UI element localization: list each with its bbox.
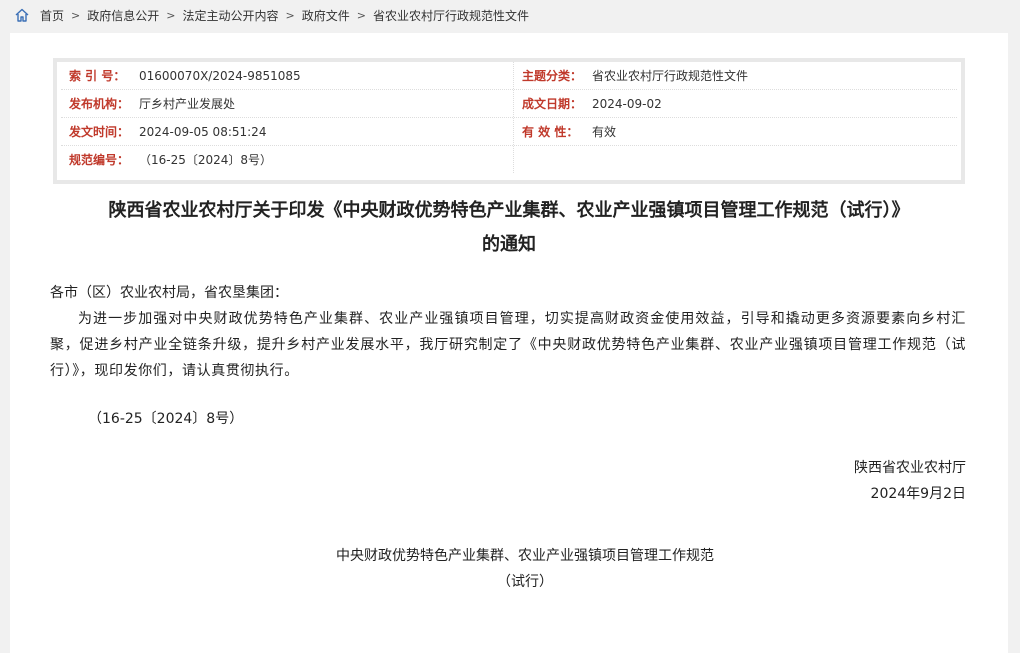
meta-docno-value: （16-25〔2024〕8号） bbox=[139, 153, 273, 167]
meta-written-label: 成文日期： bbox=[522, 97, 583, 111]
breadcrumb-separator: > bbox=[166, 8, 176, 22]
body-paragraph: 为进一步加强对中央财政优势特色产业集群、农业产业强镇项目管理，切实提高财政资金使… bbox=[50, 311, 966, 379]
meta-index-value: 01600070X/2024-9851085 bbox=[139, 68, 301, 83]
meta-row: 规范编号： （16-25〔2024〕8号） bbox=[61, 146, 957, 173]
meta-index-label: 索 引 号： bbox=[69, 69, 126, 83]
meta-topic: 主题分类： 省农业农村厅行政规范性文件 bbox=[513, 62, 962, 89]
home-icon[interactable] bbox=[14, 7, 30, 23]
sign-date: 2024年9月2日 bbox=[870, 486, 966, 502]
meta-validity-value: 有效 bbox=[592, 125, 617, 139]
meta-index: 索 引 号： 01600070X/2024-9851085 bbox=[69, 62, 509, 89]
meta-docno-label: 规范编号： bbox=[69, 153, 130, 167]
breadcrumb-statutory[interactable]: 法定主动公开内容 bbox=[182, 7, 278, 24]
meta-docno: 规范编号： （16-25〔2024〕8号） bbox=[69, 146, 509, 173]
document-title: 陕西省农业农村厅关于印发《中央财政优势特色产业集群、农业产业强镇项目管理工作规范… bbox=[10, 194, 1008, 262]
meta-published: 发文时间： 2024-09-05 08:51:24 bbox=[69, 118, 509, 145]
attachment-subtitle: （试行） bbox=[497, 574, 553, 590]
breadcrumb-home[interactable]: 首页 bbox=[40, 7, 64, 24]
document-number: （16-25〔2024〕8号） bbox=[88, 411, 244, 427]
salutation: 各市（区）农业农村局，省农垦集团： bbox=[50, 285, 288, 301]
breadcrumb-current[interactable]: 省农业农村厅行政规范性文件 bbox=[373, 7, 529, 24]
article-content: 索 引 号： 01600070X/2024-9851085 主题分类： 省农业农… bbox=[10, 33, 1008, 653]
meta-validity: 有 效 性： 有效 bbox=[513, 118, 962, 145]
breadcrumb-gov-docs[interactable]: 政府文件 bbox=[302, 7, 350, 24]
document-title-line1: 陕西省农业农村厅关于印发《中央财政优势特色产业集群、农业产业强镇项目管理工作规范… bbox=[108, 200, 910, 221]
meta-issuer: 发布机构： 厅乡村产业发展处 bbox=[69, 90, 509, 117]
meta-written-date: 成文日期： 2024-09-02 bbox=[513, 90, 962, 117]
meta-issuer-value: 厅乡村产业发展处 bbox=[139, 97, 236, 111]
breadcrumb: 首页 > 政府信息公开 > 法定主动公开内容 > 政府文件 > 省农业农村厅行政… bbox=[14, 0, 529, 30]
breadcrumb-separator: > bbox=[356, 8, 366, 22]
meta-published-label: 发文时间： bbox=[69, 125, 130, 139]
meta-topic-value: 省农业农村厅行政规范性文件 bbox=[592, 69, 749, 83]
meta-published-value: 2024-09-05 08:51:24 bbox=[139, 124, 267, 139]
attachment-title: 中央财政优势特色产业集群、农业产业强镇项目管理工作规范 bbox=[336, 548, 714, 564]
document-title-line2: 的通知 bbox=[482, 234, 536, 255]
breadcrumb-separator: > bbox=[71, 8, 81, 22]
meta-empty bbox=[513, 146, 962, 173]
meta-validity-label: 有 效 性： bbox=[522, 125, 579, 139]
breadcrumb-gov-info[interactable]: 政府信息公开 bbox=[87, 7, 159, 24]
meta-row: 索 引 号： 01600070X/2024-9851085 主题分类： 省农业农… bbox=[61, 62, 957, 90]
meta-row: 发布机构： 厅乡村产业发展处 成文日期： 2024-09-02 bbox=[61, 90, 957, 118]
meta-row: 发文时间： 2024-09-05 08:51:24 有 效 性： 有效 bbox=[61, 118, 957, 146]
breadcrumb-separator: > bbox=[285, 8, 295, 22]
meta-written-value: 2024-09-02 bbox=[592, 96, 662, 111]
meta-issuer-label: 发布机构： bbox=[69, 97, 130, 111]
signer: 陕西省农业农村厅 bbox=[854, 460, 966, 476]
meta-topic-label: 主题分类： bbox=[522, 69, 583, 83]
document-meta-box: 索 引 号： 01600070X/2024-9851085 主题分类： 省农业农… bbox=[53, 58, 965, 184]
